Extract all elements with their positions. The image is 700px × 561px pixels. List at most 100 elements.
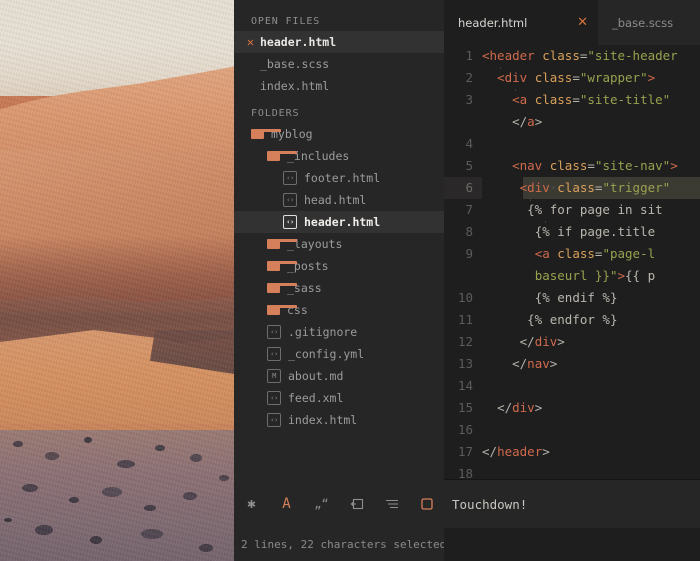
code-line-wrapped: baseurl }}">{{ p — [444, 265, 700, 287]
close-icon[interactable]: ✕ — [577, 16, 588, 29]
tree-item-label: head.html — [304, 193, 367, 207]
line-text — [482, 419, 700, 441]
open-file-label: index.html — [260, 79, 330, 93]
tree-item-sass[interactable]: _sass — [234, 277, 444, 299]
editor-tab-bar: header.html ✕ _base.scss — [444, 0, 700, 45]
line-number: 16 — [457, 422, 473, 437]
line-text: baseurl }}">{{ p — [534, 268, 656, 283]
open-file-label: _base.scss — [260, 57, 330, 71]
tab-base-scss[interactable]: _base.scss — [598, 0, 684, 45]
folder-icon — [251, 129, 281, 139]
line-text: <a class="site-title" — [512, 92, 671, 107]
line-number — [444, 111, 482, 133]
tree-item-label: feed.xml — [288, 391, 344, 405]
code-file-icon: ‹› — [267, 325, 281, 339]
align-lines-glyph — [385, 499, 398, 509]
photo-foreground-rocks — [0, 430, 234, 561]
editor-bottom-filler — [444, 528, 700, 561]
line-text: <header class="site-header — [482, 48, 678, 63]
square-outline-glyph — [420, 498, 433, 510]
code-file-icon: ‹› — [267, 413, 281, 427]
open-file-header-html[interactable]: ✕ header.html — [234, 31, 444, 53]
open-file-label: header.html — [260, 35, 337, 49]
photo-slope-shadow — [0, 236, 234, 306]
open-file-index-html[interactable]: index.html — [234, 75, 444, 97]
line-number: 5 — [465, 158, 473, 173]
tree-item-label: _config.yml — [288, 347, 365, 361]
line-text — [482, 133, 700, 155]
square-outline-icon[interactable] — [409, 489, 444, 519]
tree-item-footer-html[interactable]: ‹› footer.html — [234, 167, 444, 189]
asterisk-snippet-icon[interactable]: ✱ — [234, 489, 269, 519]
code-line: 1 <header class="site-header — [444, 45, 700, 67]
wrap-return-glyph — [350, 498, 363, 510]
code-area[interactable]: 1 <header class="site-header 2 <div clas… — [444, 45, 700, 485]
wrap-return-icon[interactable] — [339, 489, 374, 519]
tree-item-feed-xml[interactable]: ‹› feed.xml — [234, 387, 444, 409]
line-number: 14 — [457, 378, 473, 393]
align-lines-icon[interactable] — [374, 489, 409, 519]
code-line: 10 {% endif %} — [444, 287, 700, 309]
code-line-wrapped: </a> — [444, 111, 700, 133]
line-text: <div·class="trigger" — [482, 177, 700, 199]
tree-item-index-html[interactable]: ‹› index.html — [234, 409, 444, 431]
line-number: 15 — [457, 400, 473, 415]
line-number: 12 — [457, 334, 473, 349]
folder-icon — [267, 151, 297, 161]
close-icon[interactable]: ✕ — [243, 36, 258, 48]
line-number: 8 — [465, 224, 473, 239]
code-line: 11 {% endfor %} — [444, 309, 700, 331]
line-text: {% if page.title — [534, 224, 656, 239]
tree-item-posts[interactable]: _posts — [234, 255, 444, 277]
folder-icon — [267, 283, 297, 293]
folder-icon — [267, 239, 297, 249]
line-number: 2 — [465, 70, 473, 85]
tree-item-head-html[interactable]: ‹› head.html — [234, 189, 444, 211]
tree-item-gitignore[interactable]: ‹› .gitignore — [234, 321, 444, 343]
folder-icon — [267, 305, 297, 315]
line-text: <a class="page-l — [534, 246, 656, 261]
tree-item-myblog[interactable]: myblog — [234, 123, 444, 145]
tab-label: _base.scss — [612, 15, 674, 30]
line-number: 4 — [465, 136, 473, 151]
editor-status-message: Touchdown! — [444, 480, 700, 528]
open-file-base-scss[interactable]: _base.scss — [234, 53, 444, 75]
code-line: 4 — [444, 133, 700, 155]
line-number: 9 — [465, 246, 473, 261]
tree-item-header-html[interactable]: ‹› header.html — [234, 211, 444, 233]
code-line: 14 — [444, 375, 700, 397]
tree-item-layouts[interactable]: _layouts — [234, 233, 444, 255]
code-file-icon: ‹› — [267, 347, 281, 361]
code-line: 12 </div> — [444, 331, 700, 353]
code-line: 13 </nav> — [444, 353, 700, 375]
code-line: 9 <a class="page-l — [444, 243, 700, 265]
tree-item-config-yml[interactable]: ‹› _config.yml — [234, 343, 444, 365]
tree-item-about-md[interactable]: M about.md — [234, 365, 444, 387]
code-line: 8 {% if page.title — [444, 221, 700, 243]
code-file-icon: ‹› — [283, 215, 297, 229]
mars-surface-photo — [0, 0, 234, 561]
line-number — [444, 265, 482, 287]
quote-marks-icon[interactable]: „“ — [304, 489, 339, 519]
line-text: {% for page in sit — [527, 202, 663, 217]
code-line: 16 — [444, 419, 700, 441]
line-text: </a> — [512, 114, 543, 129]
folder-icon — [267, 261, 297, 271]
tab-header-html[interactable]: header.html ✕ — [444, 0, 598, 45]
code-line: 17 </header> — [444, 441, 700, 463]
line-text: </div> — [497, 400, 543, 415]
code-file-icon: ‹› — [267, 391, 281, 405]
code-line: 3 <a class="site-title" — [444, 89, 700, 111]
code-file-icon: ‹› — [283, 171, 297, 185]
tree-item-css[interactable]: css — [234, 299, 444, 321]
line-text — [482, 375, 700, 397]
line-text: </nav> — [512, 356, 558, 371]
code-file-icon: ‹› — [283, 193, 297, 207]
line-number: 7 — [465, 202, 473, 217]
tree-item-includes[interactable]: _includes — [234, 145, 444, 167]
code-line: 7 {% for page in sit — [444, 199, 700, 221]
line-number: 10 — [457, 290, 473, 305]
font-color-icon[interactable]: A — [269, 489, 304, 519]
line-number: 11 — [457, 312, 473, 327]
tree-item-label: footer.html — [304, 171, 381, 185]
